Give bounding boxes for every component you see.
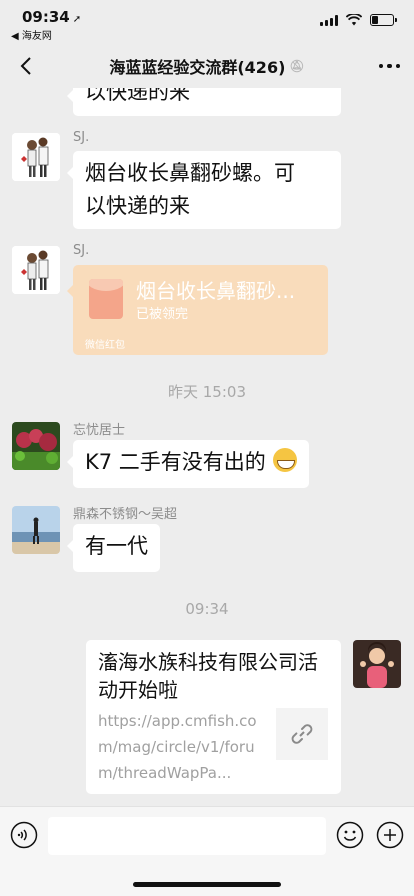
sender-name: SJ. (73, 130, 90, 145)
timestamp-divider: 09:34 (185, 600, 229, 618)
cartoon-couple-avatar-icon (12, 133, 60, 181)
sender-name: SJ. (73, 243, 90, 258)
red-envelope-icon (89, 279, 123, 319)
location-arrow-icon: ➚ (72, 14, 82, 25)
timestamp-divider: 昨天 15:03 (168, 383, 246, 401)
home-indicator (133, 882, 281, 887)
status-time: 09:34 ➚ (22, 8, 82, 26)
back-to-app-link[interactable]: ◀ 海友网 (11, 27, 52, 42)
avatar-self[interactable] (353, 640, 401, 688)
avatar-dingsen[interactable] (12, 506, 60, 554)
message-bubble[interactable]: 有一代 (67, 524, 160, 572)
status-bar: 09:34 ➚ ◀ 海友网 (0, 0, 414, 44)
back-button[interactable] (12, 52, 40, 80)
sender-name: 鼎森不锈钢～吴超 (73, 507, 178, 522)
link-card-url: https://app.cmfish.com/mag/circle/v1/for… (98, 712, 257, 782)
message-text: 有一代 (85, 534, 148, 558)
message-text: 以快递的来 (85, 88, 190, 104)
emoji-button-icon[interactable] (336, 821, 364, 849)
message-text-line: 烟台收长鼻翻砂螺。可 (85, 161, 295, 185)
voice-input-icon[interactable] (10, 821, 38, 849)
message-bubble[interactable]: 烟台收长鼻翻砂螺。可 以快递的来 (67, 151, 341, 229)
navigation-bar: 海蓝蓝经验交流群(426) 🔕︎ (0, 44, 414, 88)
cellular-signal-icon (320, 14, 338, 26)
mute-bell-icon: 🔕︎ (289, 59, 305, 73)
chat-message-list[interactable]: 以快递的来 SJ. 烟台收长鼻翻砂螺。可 以快递的来 SJ. 烟台收长鼻翻砂..… (0, 88, 414, 806)
more-button[interactable] (378, 54, 400, 78)
plus-more-icon[interactable] (376, 821, 404, 849)
wifi-icon (346, 14, 362, 26)
message-bubble[interactable]: K7 二手有没有出的 (67, 440, 309, 488)
red-packet-title: 烟台收长鼻翻砂... (136, 279, 296, 303)
message-bubble[interactable]: 以快递的来 (67, 88, 341, 116)
cartoon-couple-avatar-icon (12, 246, 60, 294)
battery-icon (370, 14, 397, 26)
status-indicators (320, 14, 397, 26)
chat-title: 海蓝蓝经验交流群(426) 🔕︎ (109, 54, 304, 78)
beach-person-avatar-icon (12, 506, 60, 554)
red-packet-card[interactable]: 烟台收长鼻翻砂... 已被领完 微信红包 (67, 265, 328, 355)
avatar-sj[interactable] (12, 133, 60, 181)
grinning-face-emoji-icon (272, 448, 297, 472)
link-thumbnail (276, 708, 328, 760)
chat-title-text: 海蓝蓝经验交流群(426) (109, 58, 286, 77)
chain-link-icon (291, 724, 313, 744)
avatar-wangyou[interactable] (12, 422, 60, 470)
message-text-line: 以快递的来 (85, 194, 190, 218)
message-input[interactable] (48, 817, 326, 855)
chevron-left-icon (20, 57, 31, 75)
link-card-title: 滀海水族科技有限公司活动开始啦 (98, 650, 318, 702)
avatar-sj[interactable] (12, 246, 60, 294)
red-packet-footer: 微信红包 (85, 340, 125, 351)
link-card[interactable]: 滀海水族科技有限公司活动开始啦 https://app.cmfish.com/m… (86, 640, 341, 794)
red-packet-status: 已被领完 (136, 307, 189, 322)
child-photo-avatar-icon (353, 640, 401, 688)
aquarium-plants-avatar-icon (12, 422, 60, 470)
message-text: K7 二手有没有出的 (85, 450, 266, 474)
sender-name: 忘忧居士 (73, 423, 126, 438)
